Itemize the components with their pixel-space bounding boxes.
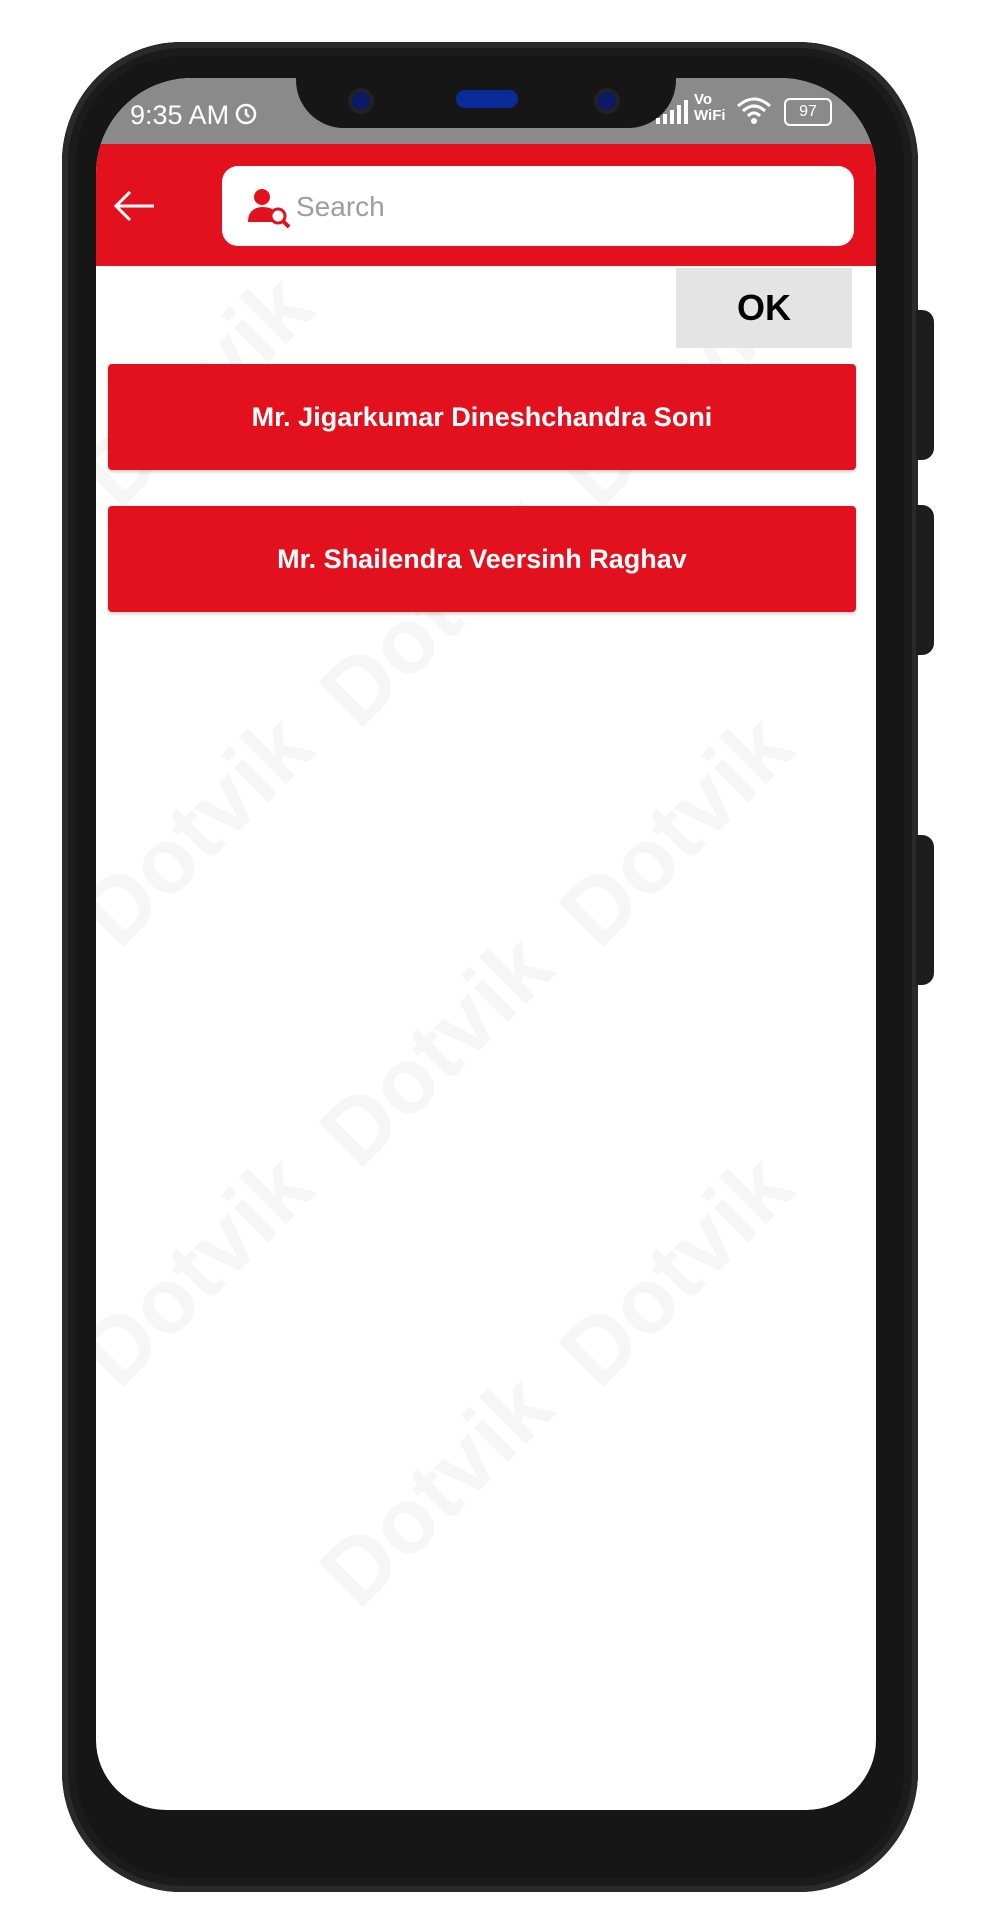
- battery-icon: 97: [784, 98, 832, 126]
- arrow-left-icon[interactable]: [112, 188, 156, 224]
- watermark: Dotvik: [540, 1134, 813, 1407]
- alarm-icon: [235, 103, 257, 125]
- wifi-icon: [737, 97, 771, 124]
- front-camera-icon: [352, 92, 370, 110]
- signal-icon: [656, 100, 688, 124]
- volume-up-button: [916, 310, 934, 460]
- phone-screen: Dotvik Dotvik Dotvik Dotvik Dotvik Dotvi…: [96, 78, 876, 1810]
- battery-level: 97: [799, 103, 817, 120]
- status-bar: 9:35 AM Vo WiFi 97: [96, 78, 876, 144]
- user-search-icon: [248, 189, 290, 228]
- status-time: 9:35 AM: [130, 100, 230, 130]
- vowifi-label: Vo WiFi: [694, 91, 726, 124]
- ok-button[interactable]: OK: [676, 268, 852, 348]
- search-box[interactable]: [222, 166, 854, 246]
- watermark: Dotvik: [96, 694, 333, 967]
- sensor-icon: [598, 92, 616, 110]
- camera-notch: [296, 78, 676, 128]
- earpiece-speaker: [456, 90, 518, 108]
- list-item[interactable]: Mr. Jigarkumar Dineshchandra Soni: [108, 364, 856, 470]
- app-bar: [96, 144, 876, 266]
- watermark: Dotvik: [540, 694, 813, 967]
- search-input[interactable]: [294, 180, 838, 234]
- volume-down-button: [916, 505, 934, 655]
- list-item[interactable]: Mr. Shailendra Veersinh Raghav: [108, 506, 856, 612]
- watermark: Dotvik: [96, 1134, 333, 1407]
- watermark: Dotvik: [300, 1354, 573, 1627]
- watermark: Dotvik: [300, 914, 573, 1187]
- power-button: [916, 835, 934, 985]
